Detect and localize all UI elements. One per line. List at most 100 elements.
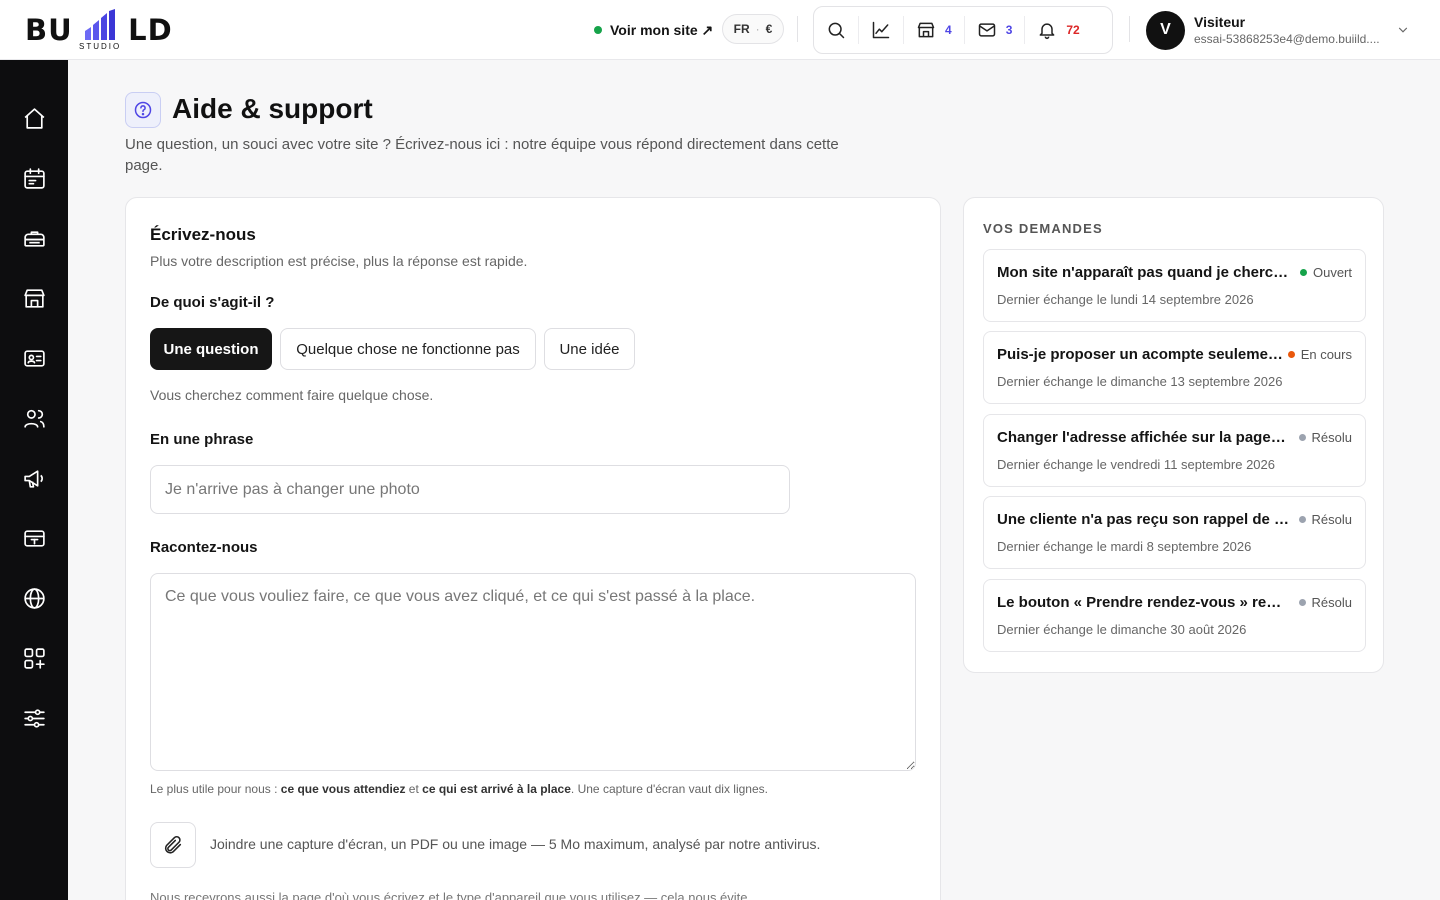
- sidebar-item-home[interactable]: [20, 104, 48, 132]
- top-bar: BU LD STUDIO Voir mon site ↗ FR · € 4 3 …: [0, 0, 1440, 60]
- notifications-button[interactable]: 72: [1024, 16, 1091, 44]
- form-subtitle: Plus votre description est précise, plus…: [150, 253, 528, 269]
- status-badge: Ouvert: [1299, 265, 1352, 280]
- header-divider: [1129, 16, 1130, 42]
- sidebar-item-website[interactable]: [20, 584, 48, 612]
- status-dot: [1298, 434, 1306, 441]
- status-badge: Résolu: [1298, 595, 1352, 610]
- status-dot: [1298, 599, 1306, 606]
- chart-icon: [872, 21, 890, 39]
- services-icon: [23, 230, 45, 247]
- request-item[interactable]: Mon site n'apparaît pas quand je cherche…: [983, 249, 1366, 322]
- status-dot: [1299, 269, 1307, 276]
- help-icon-box: [125, 92, 161, 128]
- details-label: Racontez-nous: [150, 539, 258, 556]
- request-date: Dernier échange le dimanche 13 septembre…: [997, 374, 1283, 389]
- status-dot: [1298, 516, 1306, 523]
- request-subject: Une cliente n'a pas reçu son rappel de r…: [997, 511, 1289, 528]
- chevron-down-icon: [1398, 27, 1408, 33]
- users-icon: [23, 409, 45, 428]
- sidebar-item-services[interactable]: [20, 224, 48, 252]
- store-icon: [23, 288, 45, 308]
- request-item[interactable]: Puis-je proposer un acompte seulement ? …: [983, 331, 1366, 404]
- notifications-count: 72: [1066, 23, 1080, 37]
- request-item[interactable]: Changer l'adresse affichée sur la page c…: [983, 414, 1366, 487]
- currency-symbol: €: [765, 22, 773, 36]
- view-site-label: Voir mon site ↗: [610, 21, 714, 38]
- request-date: Dernier échange le lundi 14 septembre 20…: [997, 292, 1254, 307]
- request-type-hint: Vous cherchez comment faire quelque chos…: [150, 387, 434, 403]
- store-icon: [917, 22, 935, 38]
- user-menu[interactable]: V Visiteur essai-53868253e4@demo.buiild.…: [1146, 10, 1416, 50]
- request-subject: Mon site n'apparaît pas quand je cherche…: [997, 264, 1289, 281]
- page-title: Aide & support: [172, 93, 373, 124]
- sidebar-item-calendar[interactable]: [20, 164, 48, 192]
- language-code: FR: [733, 22, 750, 36]
- header-toolbar: 4 3 72: [813, 6, 1113, 54]
- status-badge: Résolu: [1298, 430, 1352, 445]
- shop-count: 4: [945, 23, 952, 37]
- sidebar-item-customers[interactable]: [20, 404, 48, 432]
- search-button[interactable]: [814, 7, 858, 53]
- home-icon: [24, 107, 44, 129]
- avatar: V: [1146, 10, 1185, 50]
- header-divider: [797, 16, 798, 42]
- payment-card-icon: [23, 529, 45, 547]
- mail-icon: [978, 23, 995, 37]
- shop-button[interactable]: 4: [903, 16, 964, 44]
- separator-dot: ·: [755, 22, 760, 36]
- brand-tagline: STUDIO: [79, 42, 122, 51]
- attach-file-hint: Joindre une capture d'écran, un PDF ou u…: [210, 836, 821, 852]
- page-subtitle: Une question, un souci avec votre site ?…: [125, 136, 839, 174]
- sidebar-item-store[interactable]: [20, 284, 48, 312]
- request-date: Dernier échange le mardi 8 septembre 202…: [997, 539, 1252, 554]
- type-idea-button[interactable]: Une idée: [544, 328, 635, 370]
- requests-panel: VOS DEMANDES Mon site n'apparaît pas qua…: [963, 197, 1384, 673]
- brand-bars-icon: [85, 9, 115, 40]
- globe-icon: [23, 587, 45, 609]
- support-form-card: Écrivez-nous Plus votre description est …: [125, 197, 941, 900]
- status-badge: En cours: [1287, 347, 1352, 362]
- status-dot: [1287, 351, 1295, 358]
- site-online-dot: [594, 26, 602, 34]
- form-title: Écrivez-nous: [150, 225, 256, 244]
- megaphone-icon: [23, 469, 43, 488]
- details-textarea[interactable]: [150, 573, 916, 771]
- summary-input[interactable]: [150, 465, 790, 514]
- privacy-note: Nous recevrons aussi la page d'où vous é…: [150, 890, 748, 900]
- request-subject: Changer l'adresse affichée sur la page c…: [997, 429, 1289, 446]
- sidebar-item-contacts[interactable]: [20, 344, 48, 372]
- request-item[interactable]: Le bouton « Prendre rendez-vous » renvoi…: [983, 579, 1366, 652]
- contact-card-icon: [23, 349, 45, 367]
- request-subject: Puis-je proposer un acompte seulement ?: [997, 346, 1289, 363]
- request-date: Dernier échange le vendredi 11 septembre…: [997, 457, 1275, 472]
- type-bug-button[interactable]: Quelque chose ne fonctionne pas: [280, 328, 536, 370]
- status-badge: Résolu: [1298, 512, 1352, 527]
- sidebar-item-marketing[interactable]: [20, 464, 48, 492]
- sidebar-item-settings[interactable]: [20, 704, 48, 732]
- request-item[interactable]: Une cliente n'a pas reçu son rappel de r…: [983, 496, 1366, 569]
- bell-icon: [1039, 23, 1055, 40]
- apps-icon: [23, 647, 45, 669]
- writing-tip: Le plus utile pour nous : ce que vous at…: [150, 782, 768, 796]
- help-circle-icon: [134, 101, 152, 119]
- statistics-button[interactable]: [858, 16, 903, 44]
- user-name: Visiteur: [1194, 14, 1246, 30]
- request-subject: Le bouton « Prendre rendez-vous » renvoi…: [997, 594, 1289, 611]
- sidebar-item-apps[interactable]: [20, 644, 48, 672]
- user-email: essai-53868253e4@demo.buiild....: [1194, 32, 1380, 46]
- search-icon: [828, 22, 845, 39]
- requests-title: VOS DEMANDES: [983, 221, 1103, 236]
- settings-sliders-icon: [23, 708, 45, 728]
- language-currency-selector[interactable]: FR · €: [722, 14, 784, 44]
- request-type-label: De quoi s'agit-il ?: [150, 294, 275, 311]
- messages-count: 3: [1005, 23, 1013, 37]
- attach-file-button[interactable]: [150, 822, 196, 868]
- sidebar-item-payments[interactable]: [20, 524, 48, 552]
- summary-label: En une phrase: [150, 431, 254, 448]
- messages-button[interactable]: 3: [963, 16, 1025, 44]
- brand-logo[interactable]: BU LD STUDIO: [25, 9, 185, 53]
- paperclip-icon: [164, 835, 182, 854]
- view-site-link[interactable]: Voir mon site ↗: [594, 20, 713, 40]
- type-question-button[interactable]: Une question: [150, 328, 272, 370]
